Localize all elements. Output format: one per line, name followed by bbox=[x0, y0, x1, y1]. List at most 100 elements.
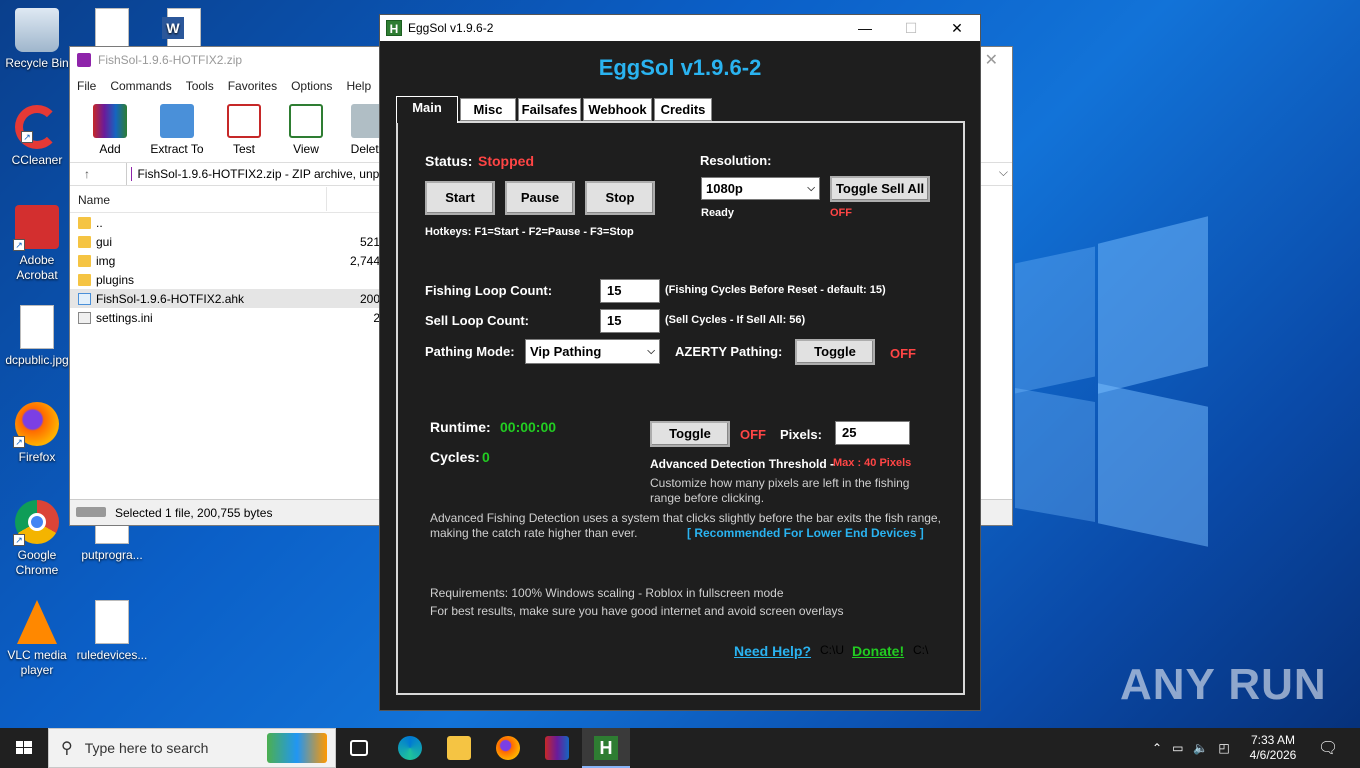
pixels-label: Pixels: bbox=[780, 427, 822, 442]
menu-favorites[interactable]: Favorites bbox=[228, 79, 277, 93]
azerty-state: OFF bbox=[890, 346, 916, 361]
folder-extract-icon bbox=[160, 104, 194, 138]
app-heading: EggSol v1.9.6-2 bbox=[598, 55, 762, 80]
minimize-icon[interactable]: — bbox=[842, 15, 888, 41]
tab-misc[interactable]: Misc bbox=[460, 98, 516, 121]
list-item[interactable]: settings.ini 2 bbox=[70, 308, 380, 327]
acrobat-icon: ↗ bbox=[13, 205, 59, 251]
start-button[interactable]: Start bbox=[425, 181, 495, 215]
image-file-icon bbox=[95, 600, 129, 644]
hotkeys-text: Hotkeys: F1=Start - F2=Pause - F3=Stop bbox=[425, 226, 634, 238]
menu-commands[interactable]: Commands bbox=[110, 79, 171, 93]
book-icon bbox=[289, 104, 323, 138]
system-tray: ⌃ ▭ 🔈 ◰ bbox=[1152, 728, 1230, 768]
volume-icon[interactable]: 🔈 bbox=[1193, 741, 1208, 755]
desktop-icon-chrome[interactable]: ↗ Google Chrome bbox=[1, 500, 73, 578]
search-box[interactable]: ⚲ Type here to search bbox=[48, 728, 336, 768]
advanced-detection-toggle-button[interactable]: Toggle bbox=[650, 421, 730, 447]
tab-webhook[interactable]: Webhook bbox=[583, 98, 652, 121]
task-view-icon[interactable] bbox=[350, 740, 368, 756]
cycles-label: Cycles: bbox=[430, 449, 480, 465]
extract-to-button[interactable]: Extract To bbox=[146, 104, 208, 156]
fishing-loop-hint: (Fishing Cycles Before Reset - default: … bbox=[665, 284, 886, 296]
desktop-icon-vlc[interactable]: VLC media player bbox=[1, 600, 73, 678]
close-icon[interactable]: ✕ bbox=[934, 15, 980, 41]
pixels-input[interactable]: 25 bbox=[835, 421, 910, 445]
eggsol-taskbar-item[interactable]: H bbox=[582, 728, 630, 768]
list-item[interactable]: img 2,744 bbox=[70, 251, 380, 270]
azerty-toggle-button[interactable]: Toggle bbox=[795, 339, 875, 365]
artifact-text-2: C:\ bbox=[913, 643, 929, 657]
need-help-link[interactable]: Need Help? bbox=[734, 643, 811, 659]
pause-button[interactable]: Pause bbox=[505, 181, 575, 215]
list-item[interactable]: gui 521 bbox=[70, 232, 380, 251]
donate-link[interactable]: Donate! bbox=[852, 643, 904, 659]
cycles-value: 0 bbox=[482, 449, 490, 465]
pathing-mode-select[interactable]: Vip Pathing ⌵ bbox=[525, 339, 660, 364]
list-item[interactable]: .. bbox=[70, 213, 380, 232]
stop-button[interactable]: Stop bbox=[585, 181, 655, 215]
edge-icon[interactable] bbox=[398, 736, 422, 760]
chevron-down-icon[interactable]: ⌵ bbox=[999, 165, 1008, 180]
folder-icon bbox=[78, 254, 91, 267]
notification-icon[interactable]: 🗨 bbox=[1318, 728, 1338, 768]
search-highlight-icon bbox=[267, 733, 327, 763]
up-arrow-icon[interactable]: ↑ bbox=[84, 167, 108, 181]
test-button[interactable]: Test bbox=[218, 104, 270, 156]
winrar-icon[interactable] bbox=[545, 736, 569, 760]
advanced-detection-state: OFF bbox=[740, 427, 766, 442]
toggle-sell-all-button[interactable]: Toggle Sell All bbox=[830, 176, 930, 202]
desktop-icon-adobe-acrobat[interactable]: ↗ Adobe Acrobat bbox=[1, 205, 73, 283]
list-item[interactable]: plugins bbox=[70, 270, 380, 289]
menu-tools[interactable]: Tools bbox=[186, 79, 214, 93]
clock[interactable]: 7:33 AM 4/6/2026 bbox=[1250, 728, 1297, 768]
chrome-icon: ↗ bbox=[13, 500, 59, 546]
column-header-name[interactable]: Name bbox=[70, 187, 380, 213]
vlc-icon bbox=[17, 600, 57, 644]
search-placeholder: Type here to search bbox=[84, 740, 209, 756]
threshold-max: Max : 40 Pixels bbox=[833, 457, 912, 469]
firefox-icon: ↗ bbox=[13, 402, 59, 448]
sell-loop-label: Sell Loop Count: bbox=[425, 313, 529, 328]
eggsol-titlebar: H EggSol v1.9.6-2 — ☐ ✕ bbox=[380, 15, 980, 41]
list-item[interactable]: FishSol-1.9.6-HOTFIX2.ahk 200 bbox=[70, 289, 380, 308]
tab-failsafes[interactable]: Failsafes bbox=[518, 98, 581, 121]
desktop-icon-firefox[interactable]: ↗ Firefox bbox=[1, 402, 73, 465]
status-value: Stopped bbox=[478, 153, 534, 169]
maximize-icon[interactable]: ☐ bbox=[888, 15, 934, 41]
sell-loop-hint: (Sell Cycles - If Sell All: 56) bbox=[665, 314, 806, 326]
view-button[interactable]: View bbox=[280, 104, 332, 156]
winrar-title: FishSol-1.9.6-HOTFIX2.zip bbox=[98, 53, 243, 67]
autohotkey-icon: H bbox=[386, 20, 402, 36]
advanced-desc-line2: making the catch rate higher than ever. bbox=[430, 526, 638, 540]
desktop-icon-dcpublic[interactable]: dcpublic.jpg bbox=[1, 305, 73, 368]
add-button[interactable]: Add bbox=[84, 104, 136, 156]
threshold-label: Advanced Detection Threshold - bbox=[650, 457, 835, 471]
chevron-down-icon: ⌵ bbox=[647, 346, 655, 357]
menu-options[interactable]: Options bbox=[291, 79, 332, 93]
chevron-up-icon[interactable]: ⌃ bbox=[1152, 741, 1162, 755]
menu-help[interactable]: Help bbox=[346, 79, 371, 93]
desktop-icon-recycle-bin[interactable]: Recycle Bin bbox=[1, 8, 73, 71]
desktop-icon-ccleaner[interactable]: ↗ CCleaner bbox=[1, 105, 73, 168]
wifi-icon[interactable]: ◰ bbox=[1218, 741, 1229, 755]
resolution-select[interactable]: 1080p ⌵ bbox=[701, 177, 820, 200]
tab-main[interactable]: Main bbox=[396, 96, 458, 123]
path-field[interactable]: FishSol-1.9.6-HOTFIX2.zip - ZIP archive,… bbox=[126, 163, 386, 185]
file-explorer-icon[interactable] bbox=[447, 736, 471, 760]
network-icon[interactable]: ▭ bbox=[1172, 741, 1183, 755]
fishing-loop-input[interactable]: 15 bbox=[600, 279, 660, 303]
firefox-icon[interactable] bbox=[496, 736, 520, 760]
sell-all-state: OFF bbox=[830, 207, 852, 219]
azerty-pathing-label: AZERTY Pathing: bbox=[675, 344, 783, 359]
resolution-label: Resolution: bbox=[700, 153, 772, 168]
tab-credits[interactable]: Credits bbox=[654, 98, 712, 121]
start-button[interactable] bbox=[0, 728, 48, 768]
close-icon[interactable]: ✕ bbox=[985, 47, 998, 74]
sell-loop-input[interactable]: 15 bbox=[600, 309, 660, 333]
watermark: ANY RUN bbox=[1120, 660, 1327, 709]
menu-file[interactable]: File bbox=[77, 79, 96, 93]
recycle-bin-icon bbox=[15, 8, 59, 52]
eggsol-window: H EggSol v1.9.6-2 — ☐ ✕ EggSol v1.9.6-2 … bbox=[379, 14, 981, 711]
desktop-icon-ruledevices[interactable]: ruledevices... bbox=[76, 600, 148, 663]
